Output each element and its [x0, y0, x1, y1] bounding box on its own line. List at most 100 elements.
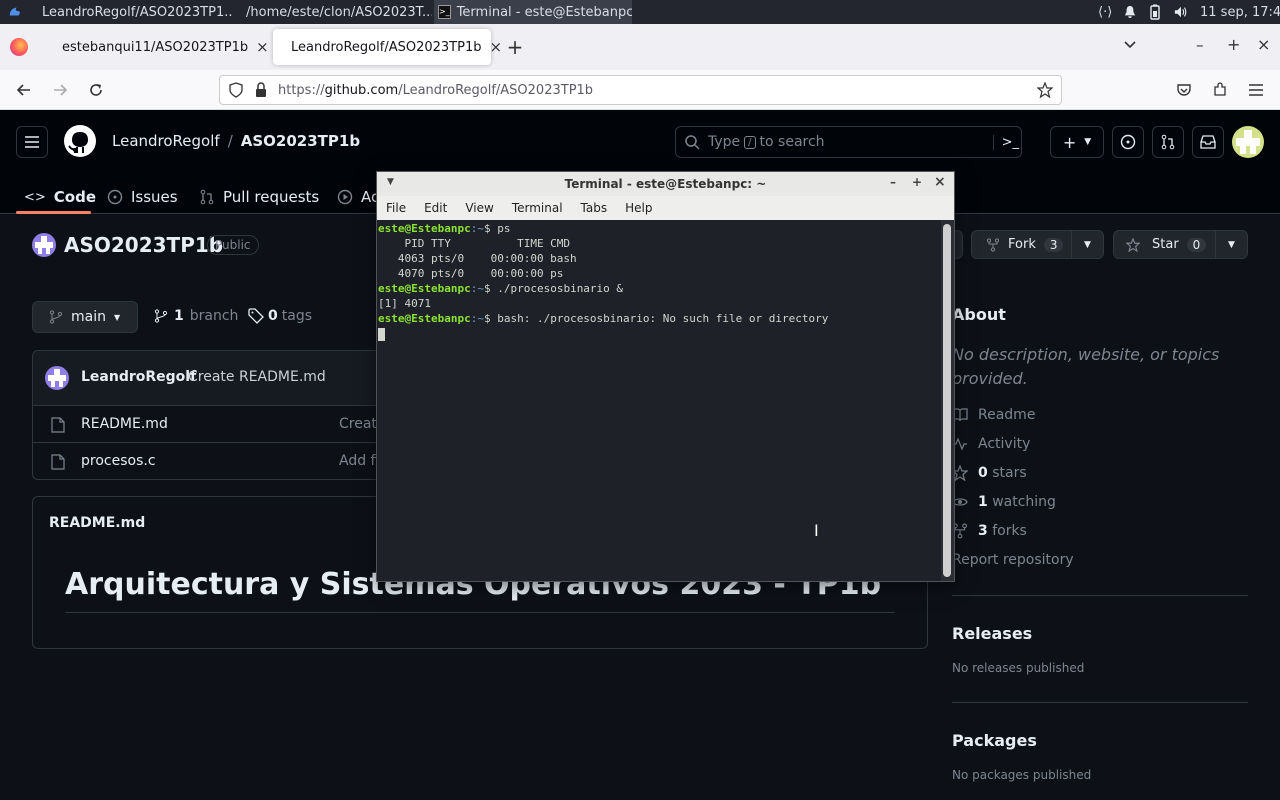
tab-code[interactable]: <> Code: [24, 180, 96, 214]
inbox-icon[interactable]: [1192, 126, 1224, 158]
tag-icon: [248, 308, 264, 324]
tab-pull-requests-label: Pull requests: [223, 188, 320, 206]
tags-label: tags: [281, 308, 312, 324]
command-palette-icon[interactable]: >_: [992, 134, 1019, 150]
user-avatar[interactable]: [1232, 126, 1264, 158]
file-commit-message[interactable]: Add fi: [339, 453, 379, 469]
commit-author[interactable]: LeandroRegolf: [81, 369, 196, 385]
close-tab-icon[interactable]: ×: [489, 38, 502, 56]
hamburger-menu-icon[interactable]: [1244, 78, 1268, 102]
reload-icon[interactable]: [84, 78, 108, 102]
stars-link[interactable]: 0 stars: [952, 465, 1027, 481]
issues-nav-icon[interactable]: [1112, 126, 1144, 158]
tab-pull-requests[interactable]: Pull requests: [199, 180, 319, 214]
readme-filename[interactable]: README.md: [49, 515, 145, 531]
firefox-menu-icon[interactable]: [10, 38, 28, 56]
extensions-icon[interactable]: [1208, 78, 1232, 102]
back-arrow-icon[interactable]: [12, 78, 36, 102]
code-icon: <>: [24, 189, 46, 205]
file-name[interactable]: README.md: [81, 416, 168, 432]
search-icon: [685, 135, 700, 150]
list-tabs-chevron-icon[interactable]: [1122, 36, 1142, 56]
scrollbar-thumb[interactable]: [943, 224, 951, 577]
close-icon[interactable]: ×: [934, 174, 946, 190]
activity-link[interactable]: Activity: [952, 436, 1030, 452]
prompt-user: este@Estebanpc: [378, 222, 471, 235]
watchers-link[interactable]: 1 watching: [952, 494, 1056, 510]
lock-icon[interactable]: [254, 82, 268, 98]
terminal-output[interactable]: este@Estebanpc:~$ ps PID TTY TIME CMD 40…: [377, 220, 941, 581]
terminal-titlebar[interactable]: ▼ Terminal - este@Estebanpc: ~ – + ×: [377, 172, 954, 196]
new-tab-icon[interactable]: +: [505, 35, 525, 59]
menu-terminal[interactable]: Terminal: [503, 201, 572, 215]
report-repository-link[interactable]: Report repository: [952, 552, 1074, 568]
star-button[interactable]: Star 0 ▼: [1113, 230, 1248, 259]
browser-tab-1[interactable]: estebanqui11/ASO2023TP1b ×: [44, 29, 270, 65]
repo-title[interactable]: ASO2023TP1b: [64, 233, 223, 257]
menu-file[interactable]: File: [377, 201, 415, 215]
maximize-icon[interactable]: +: [912, 175, 922, 189]
commit-message[interactable]: Create README.md: [188, 369, 326, 385]
bookmark-star-icon[interactable]: [1037, 82, 1053, 98]
app-menu-icon[interactable]: [4, 0, 26, 24]
branch-icon: [154, 309, 168, 323]
readme-link[interactable]: Readme: [952, 407, 1035, 423]
tab-actions[interactable]: Ac: [337, 180, 379, 214]
taskbar-window-files[interactable]: /home/este/clon/ASO2023T...: [236, 0, 432, 24]
tags-link[interactable]: 0 tags: [248, 308, 312, 324]
browser-tab-2[interactable]: LeandroRegolf/ASO2023TP1b ×: [273, 29, 502, 65]
branch-selector[interactable]: main ▼: [32, 301, 138, 333]
releases-title[interactable]: Releases: [952, 624, 1032, 643]
star-count: 0: [1186, 237, 1207, 252]
menu-help[interactable]: Help: [616, 201, 661, 215]
clock[interactable]: 11 sep, 17:41: [1196, 0, 1280, 24]
menu-edit[interactable]: Edit: [415, 201, 456, 215]
github-search-input[interactable]: Type / to search >_: [675, 126, 1022, 158]
search-shortcut-key: /: [744, 135, 756, 149]
menu-tabs[interactable]: Tabs: [572, 201, 617, 215]
create-new-button[interactable]: + ▼: [1050, 126, 1104, 158]
minimize-icon[interactable]: –: [890, 175, 896, 189]
terminal-line: [378, 326, 940, 341]
visibility-badge: Public: [207, 235, 259, 255]
repo-name-link[interactable]: ASO2023TP1b: [241, 132, 360, 150]
pocket-icon[interactable]: [1172, 78, 1196, 102]
activity-link-label: Activity: [978, 436, 1031, 452]
repo-owner-link[interactable]: LeandroRegolf: [112, 132, 220, 150]
taskbar-window-terminal[interactable]: >_ Terminal - este@Estebanpc: ~: [434, 0, 632, 24]
system-taskbar: LeandroRegolf/ASO2023TP1... /home/este/c…: [0, 0, 1280, 24]
commit-author-avatar[interactable]: [45, 366, 69, 390]
global-nav-menu-icon[interactable]: [16, 126, 48, 158]
fork-dropdown-caret-icon[interactable]: ▼: [1071, 231, 1103, 258]
menu-view[interactable]: View: [456, 201, 502, 215]
forward-arrow-icon[interactable]: [48, 78, 72, 102]
volume-icon[interactable]: [1170, 0, 1192, 24]
report-label: Report repository: [952, 552, 1074, 568]
star-label: Star: [1152, 237, 1179, 252]
pull-requests-nav-icon[interactable]: [1152, 126, 1184, 158]
close-window-icon[interactable]: ×: [1257, 35, 1270, 54]
repo-owner-avatar[interactable]: [32, 233, 56, 257]
url-bar[interactable]: https://github.com/LeandroRegolf/ASO2023…: [219, 75, 1062, 105]
branches-link[interactable]: 1 branch: [154, 308, 238, 324]
terminal-scrollbar[interactable]: [941, 220, 954, 581]
notification-bell-icon[interactable]: [1120, 0, 1140, 24]
star-dropdown-caret-icon[interactable]: ▼: [1215, 231, 1247, 258]
file-name[interactable]: procesos.c: [81, 453, 156, 469]
watch-label: watching: [992, 494, 1056, 510]
about-description: No description, website, or topics provi…: [952, 345, 1220, 388]
shield-icon[interactable]: [228, 82, 244, 98]
window-menu-caret-icon[interactable]: ▼: [387, 177, 394, 187]
maximize-window-icon[interactable]: +: [1227, 35, 1240, 54]
fork-button[interactable]: Fork 3 ▼: [971, 230, 1104, 259]
github-logo-icon[interactable]: [64, 125, 96, 157]
forks-link[interactable]: 3 forks: [952, 523, 1027, 539]
minimize-window-icon[interactable]: –: [1196, 36, 1204, 54]
tab-issues[interactable]: Issues: [107, 180, 178, 214]
url-path: /LeandroRegolf/ASO2023TP1b: [398, 82, 594, 98]
packages-title[interactable]: Packages: [952, 731, 1037, 750]
taskbar-window-firefox[interactable]: LeandroRegolf/ASO2023TP1...: [32, 0, 232, 24]
close-tab-icon[interactable]: ×: [256, 38, 269, 56]
battery-icon[interactable]: [1146, 0, 1166, 24]
network-icon[interactable]: ⟨·⟩: [1094, 0, 1116, 24]
